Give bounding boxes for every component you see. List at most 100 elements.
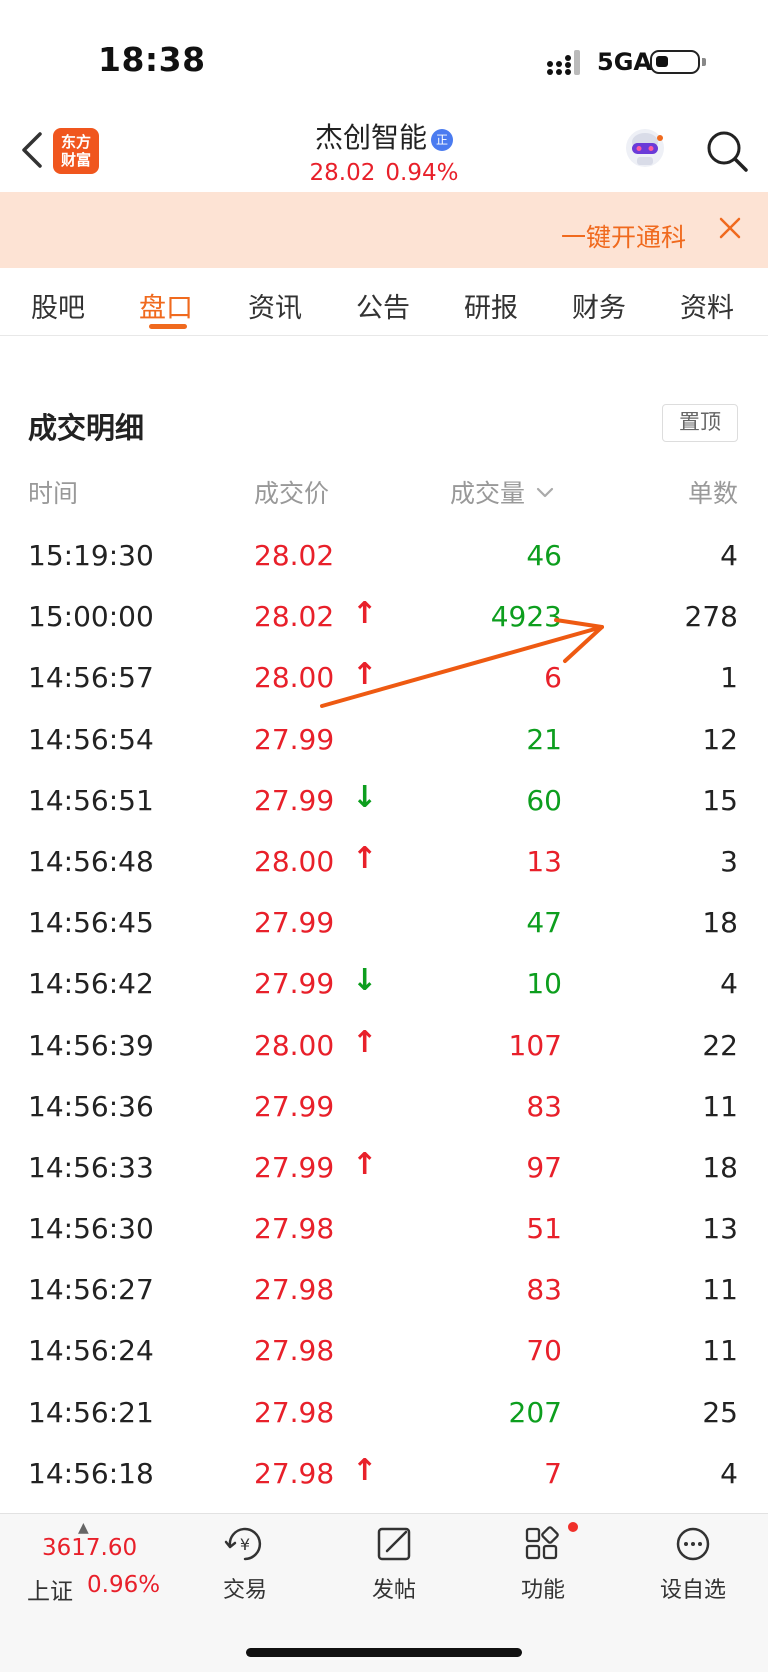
trade-price: 27.99 bbox=[254, 1150, 335, 1184]
active-tab-indicator bbox=[149, 324, 187, 329]
trade-time: 14:56:33 bbox=[28, 1150, 154, 1184]
trade-row: 14:56:45 27.99 47 18 bbox=[0, 894, 768, 955]
trade-row: 15:00:00 28.02 ↑ 4923 278 bbox=[0, 588, 768, 649]
tab-finance[interactable]: 财务 bbox=[549, 286, 649, 325]
nav-post-label: 发帖 bbox=[371, 1578, 416, 1603]
trade-volume: 7 bbox=[544, 1456, 562, 1490]
nav-trade[interactable]: ¥ 交易 bbox=[190, 1524, 300, 1604]
index-value[interactable]: 3617.60 bbox=[42, 1535, 137, 1561]
trade-count: 18 bbox=[702, 1150, 738, 1184]
tab-profile[interactable]: 资料 bbox=[657, 286, 757, 325]
trade-price: 27.98 bbox=[254, 1334, 335, 1368]
trade-count: 13 bbox=[702, 1212, 738, 1246]
tab-research[interactable]: 研报 bbox=[441, 286, 541, 325]
index-change[interactable]: 0.96% bbox=[87, 1572, 160, 1598]
trade-row: 14:56:48 28.00 ↑ 13 3 bbox=[0, 833, 768, 894]
trade-count: 11 bbox=[702, 1273, 738, 1307]
grid-apps-icon bbox=[525, 1526, 559, 1560]
column-header-volume[interactable]: 成交量 bbox=[450, 474, 555, 510]
trade-row: 14:56:21 27.98 207 25 bbox=[0, 1384, 768, 1445]
index-name[interactable]: 上证 bbox=[27, 1572, 73, 1606]
trade-list: 15:19:30 28.02 46 4 15:00:00 28.02 ↑ 4923 278 14:… bbox=[0, 527, 768, 1506]
trade-time: 14:56:27 bbox=[28, 1273, 154, 1307]
trade-row: 14:56:18 27.98 ↑ 7 4 bbox=[0, 1445, 768, 1506]
trade-count: 11 bbox=[702, 1334, 738, 1368]
nav-watchlist-label: 设自选 bbox=[659, 1578, 726, 1603]
caret-up-icon[interactable]: ▲ bbox=[78, 1520, 89, 1536]
trade-volume: 10 bbox=[526, 967, 562, 1001]
robot-assistant-icon[interactable] bbox=[622, 126, 668, 172]
trade-count: 12 bbox=[702, 722, 738, 756]
battery-icon bbox=[650, 50, 706, 74]
trade-time: 14:56:51 bbox=[28, 783, 154, 817]
trade-row: 14:56:24 27.98 70 11 bbox=[0, 1322, 768, 1383]
trade-time: 14:56:54 bbox=[28, 722, 154, 756]
more-dots-icon bbox=[676, 1527, 710, 1561]
stock-price: 28.02 bbox=[309, 160, 376, 186]
trade-direction-icon: ↑ bbox=[352, 1452, 378, 1488]
trade-count: 25 bbox=[702, 1395, 738, 1429]
tab-guba[interactable]: 股吧 bbox=[8, 286, 108, 325]
nav-watchlist[interactable]: 设自选 bbox=[638, 1524, 748, 1604]
trade-price: 28.02 bbox=[254, 539, 335, 572]
trade-count: 22 bbox=[702, 1028, 738, 1062]
trade-time: 14:56:30 bbox=[28, 1212, 154, 1246]
edit-post-icon bbox=[377, 1527, 411, 1561]
tab-news[interactable]: 资讯 bbox=[225, 286, 325, 325]
trade-price: 27.99 bbox=[254, 722, 335, 756]
trade-volume: 46 bbox=[526, 539, 562, 572]
close-icon[interactable] bbox=[714, 212, 746, 244]
search-icon[interactable] bbox=[704, 128, 750, 174]
trade-time: 14:56:48 bbox=[28, 844, 154, 878]
trade-row: 15:19:30 28.02 46 4 bbox=[0, 527, 768, 588]
trade-row: 14:56:42 27.99 ↓ 10 4 bbox=[0, 955, 768, 1016]
promo-text[interactable]: 一键开通科 bbox=[561, 218, 686, 254]
trade-count: 4 bbox=[720, 1456, 738, 1490]
trade-volume: 207 bbox=[508, 1395, 562, 1429]
trade-price: 27.98 bbox=[254, 1273, 335, 1307]
section-title: 成交明细 bbox=[28, 411, 145, 445]
trade-volume: 97 bbox=[526, 1150, 562, 1184]
tab-announcements[interactable]: 公告 bbox=[333, 286, 433, 325]
nav-functions[interactable]: 功能 bbox=[488, 1524, 598, 1604]
trade-time: 14:56:24 bbox=[28, 1334, 154, 1368]
trade-volume: 83 bbox=[526, 1273, 562, 1307]
trade-count: 1 bbox=[720, 661, 738, 695]
pin-to-top-button[interactable]: 置顶 bbox=[662, 404, 738, 442]
nav-post[interactable]: 发帖 bbox=[339, 1524, 449, 1604]
tab-pankou[interactable]: 盘口 bbox=[116, 286, 216, 325]
trade-price: 28.00 bbox=[254, 661, 335, 695]
trade-count: 11 bbox=[702, 1089, 738, 1123]
tab-bar: 股吧 盘口 资讯 公告 研报 财务 资料 bbox=[0, 268, 768, 336]
trade-count: 15 bbox=[702, 783, 738, 817]
trade-row: 14:56:36 27.99 83 11 bbox=[0, 1078, 768, 1139]
trade-time: 14:56:18 bbox=[28, 1456, 154, 1490]
notification-dot bbox=[568, 1522, 578, 1532]
trade-time: 15:00:00 bbox=[28, 600, 154, 634]
trade-count: 18 bbox=[702, 906, 738, 940]
trade-volume: 83 bbox=[526, 1089, 562, 1123]
trade-volume: 60 bbox=[526, 783, 562, 817]
trade-row: 14:56:33 27.99 ↑ 97 18 bbox=[0, 1139, 768, 1200]
trade-volume: 6 bbox=[544, 661, 562, 695]
nav-trade-label: 交易 bbox=[222, 1578, 267, 1603]
trade-row: 14:56:57 28.00 ↑ 6 1 bbox=[0, 649, 768, 710]
stock-name: 杰创智能 bbox=[314, 121, 427, 154]
trade-count: 278 bbox=[684, 600, 738, 634]
trade-price: 27.99 bbox=[254, 783, 335, 817]
trade-direction-icon: ↓ bbox=[352, 779, 378, 815]
trade-price: 28.00 bbox=[254, 844, 335, 878]
nav-functions-label: 功能 bbox=[520, 1578, 565, 1603]
trade-yen-icon: ¥ bbox=[224, 1527, 262, 1561]
trade-count: 4 bbox=[720, 539, 738, 572]
trade-volume: 70 bbox=[526, 1334, 562, 1368]
trade-count: 3 bbox=[720, 844, 738, 878]
column-header-time: 时间 bbox=[28, 479, 79, 508]
column-header-count: 单数 bbox=[687, 479, 738, 508]
trade-volume: 107 bbox=[508, 1028, 562, 1062]
trade-price: 27.98 bbox=[254, 1395, 335, 1429]
trade-direction-icon: ↑ bbox=[352, 1146, 378, 1182]
trade-row: 14:56:39 28.00 ↑ 107 22 bbox=[0, 1017, 768, 1078]
trade-time: 14:56:45 bbox=[28, 906, 154, 940]
stock-change: 0.94% bbox=[385, 160, 459, 186]
